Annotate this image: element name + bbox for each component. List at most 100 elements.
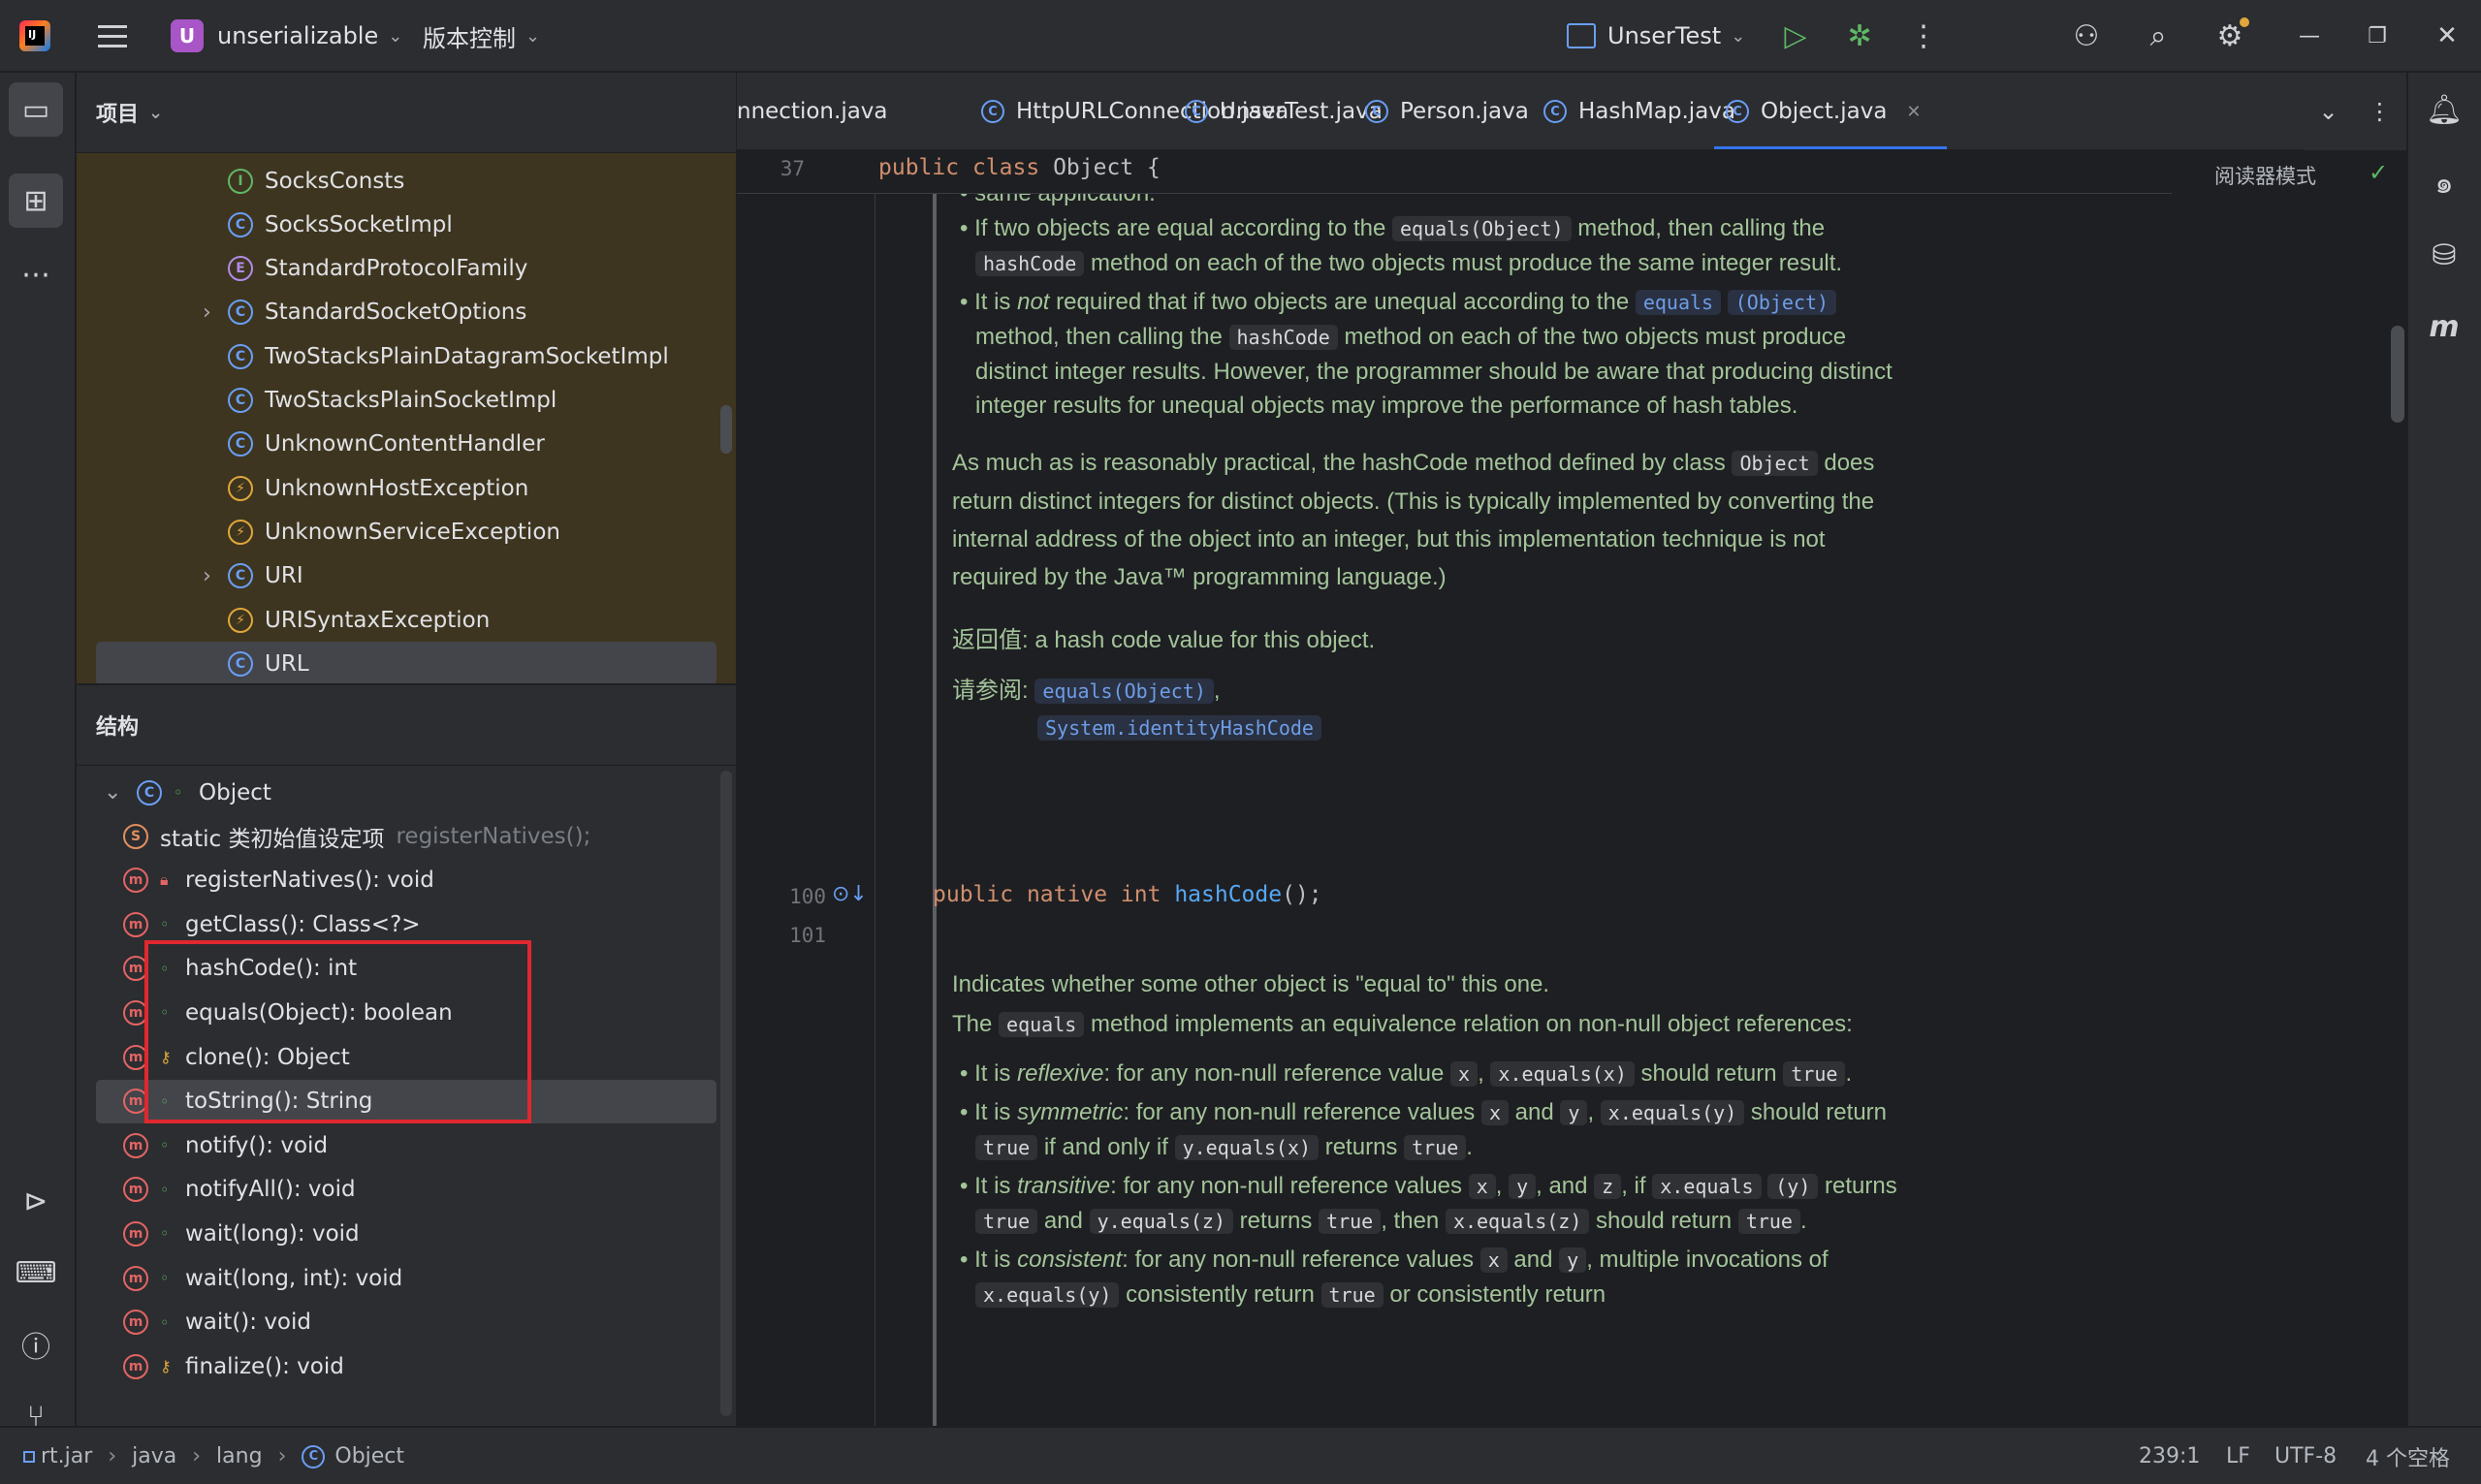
chevron-right-icon[interactable]: ›: [203, 300, 211, 325]
project-tree-item[interactable]: ⚡ UnknownServiceException: [96, 510, 716, 553]
project-tree-item[interactable]: › C StandardSocketOptions: [96, 291, 716, 334]
structure-item[interactable]: m ◦ wait(): void: [96, 1301, 716, 1344]
doc-see-also: System.identityHashCode: [1037, 710, 1902, 745]
class-icon: C: [1185, 100, 1208, 123]
editor-tab[interactable]: nnection.java: [737, 73, 902, 149]
overriders-gutter-icon[interactable]: ⊙↓: [832, 882, 868, 906]
structure-item[interactable]: m ⚷ finalize(): void: [96, 1344, 716, 1388]
project-tree-item[interactable]: ⚡ URISyntaxException: [96, 598, 716, 642]
structure-item[interactable]: Sstatic 类初始值设定项 registerNatives();: [96, 814, 716, 858]
breadcrumb-item[interactable]: rt.jar: [41, 1444, 92, 1468]
settings-button[interactable]: ⚙: [2209, 0, 2251, 72]
doc-bullet: • It is consistent: for any non-null ref…: [960, 1247, 1829, 1308]
breadcrumb-item[interactable]: java: [132, 1444, 176, 1468]
vcs-menu[interactable]: 版本控制 ⌄: [423, 0, 540, 72]
structure-item[interactable]: m ◦ wait(long): void: [96, 1212, 716, 1255]
structure-item[interactable]: m ◦ notify(): void: [96, 1123, 716, 1167]
cursor-position[interactable]: 239:1: [2139, 1428, 2200, 1484]
indent-setting[interactable]: 4 个空格: [2366, 1428, 2450, 1484]
chevron-down-icon[interactable]: ⌄: [2318, 98, 2338, 125]
editor-tab[interactable]: C Person.java: [1353, 73, 1543, 149]
project-tree-item[interactable]: C URL: [96, 642, 716, 683]
database-button[interactable]: ⛁: [2417, 228, 2471, 282]
project-tree-item[interactable]: C SocksSocketImpl: [96, 203, 716, 246]
project-panel-header[interactable]: 项目 ⌄: [96, 73, 163, 152]
structure-item[interactable]: m ⚷ clone(): Object: [96, 1035, 716, 1079]
editor-tab[interactable]: C Object.java ✕: [1714, 73, 1947, 149]
structure-item-label: static 类初始值设定项: [160, 826, 385, 852]
structure-root[interactable]: ⌄ C ◦ Object: [96, 771, 716, 814]
chevron-down-icon: ⌄: [388, 25, 403, 47]
notifications-button[interactable]: 🔔︎: [2417, 82, 2471, 137]
method-icon: m: [123, 911, 148, 937]
doc-comment-bar: [933, 962, 937, 1426]
project-tree-item-label: SocksSocketImpl: [265, 211, 453, 237]
class-icon: C: [228, 388, 253, 413]
project-tree-item[interactable]: › C URI: [96, 554, 716, 598]
reader-mode-toggle[interactable]: 阅读器模式: [2214, 161, 2316, 190]
see-link[interactable]: System.identityHashCode: [1037, 715, 1321, 741]
editor-tab-label: HashMap.java: [1578, 99, 1735, 124]
class-icon: C: [302, 1444, 326, 1468]
structure-item-label: hashCode(): int: [185, 956, 358, 982]
add-user-icon: ⚇: [2073, 18, 2100, 53]
project-name: unserializable: [217, 22, 379, 49]
structure-item[interactable]: m ◦ wait(long, int): void: [96, 1256, 716, 1300]
problems-tool-button[interactable]: ⓘ: [9, 1317, 63, 1372]
search-everywhere-button[interactable]: ⌕: [2137, 0, 2179, 72]
account-button[interactable]: ⚇: [2065, 0, 2108, 72]
project-tree-item[interactable]: I SocksConsts: [96, 159, 716, 203]
project-tree-item[interactable]: E StandardProtocolFamily: [96, 247, 716, 291]
structure-tool-button[interactable]: ⊞: [9, 174, 63, 228]
intellij-logo-icon[interactable]: IJ: [19, 20, 50, 51]
structure-item[interactable]: m ◦ equals(Object): boolean: [96, 991, 716, 1034]
structure-item[interactable]: m 🔒︎ registerNatives(): void: [96, 859, 716, 902]
method-icon: m: [123, 999, 148, 1026]
structure-item[interactable]: m ◦ toString(): String: [96, 1079, 716, 1123]
structure-item-label: wait(): void: [185, 1310, 311, 1336]
restore-button[interactable]: ❐: [2356, 0, 2399, 72]
project-tree-item[interactable]: ⚡ UnknownHostException: [96, 466, 716, 510]
chevron-right-icon: ›: [277, 1444, 287, 1468]
more-tools-button[interactable]: ⋯: [9, 247, 63, 301]
project-tree-item[interactable]: C TwoStacksPlainSocketImpl: [96, 379, 716, 423]
more-actions-button[interactable]: ⋮: [1902, 0, 1945, 72]
chevron-right-icon[interactable]: ›: [203, 564, 211, 588]
project-tree-item[interactable]: C UnknownContentHandler: [96, 423, 716, 466]
editor-scrollbar[interactable]: [2391, 326, 2404, 423]
project-tree[interactable]: I SocksConsts C SocksSocketImpl E StandardPro…: [77, 152, 736, 683]
project-tool-button[interactable]: ▭: [9, 82, 63, 137]
structure-scrollbar[interactable]: [720, 771, 732, 1416]
sticky-lines[interactable]: 37 public class Object {: [737, 151, 2172, 194]
code-editor[interactable]: 37 public class Object { 阅读器模式 ✓ • same …: [737, 151, 2406, 1426]
line-separator[interactable]: LF: [2226, 1428, 2250, 1484]
maven-button[interactable]: m: [2417, 300, 2471, 354]
breadcrumb-item[interactable]: lang: [216, 1444, 263, 1468]
terminal-tool-button[interactable]: ⌨: [9, 1246, 63, 1300]
run-button[interactable]: ▷: [1774, 0, 1817, 72]
structure-item[interactable]: m ◦ hashCode(): int: [96, 947, 716, 991]
run-config-selector[interactable]: UnserTest ⌄: [1567, 0, 1745, 72]
main-menu-button[interactable]: [93, 0, 132, 72]
project-switcher[interactable]: U unserializable ⌄: [171, 0, 402, 72]
close-window-button[interactable]: ✕: [2426, 0, 2468, 72]
structure-item-label: notify(): void: [185, 1132, 329, 1158]
ai-assistant-button[interactable]: ๑: [2417, 156, 2471, 210]
file-encoding[interactable]: UTF-8: [2274, 1428, 2337, 1484]
see-link[interactable]: equals(Object): [1034, 679, 1214, 704]
close-tab-icon[interactable]: ✕: [1906, 102, 1921, 122]
services-tool-button[interactable]: ⊳: [9, 1174, 63, 1228]
structure-item[interactable]: m ◦ notifyAll(): void: [96, 1168, 716, 1212]
more-vertical-icon[interactable]: ⋮: [2369, 98, 2392, 125]
ai-spiral-icon: ๑: [2434, 166, 2454, 201]
debug-button[interactable]: ✲: [1838, 0, 1881, 72]
project-tree-item[interactable]: C TwoStacksPlainDatagramSocketImpl: [96, 334, 716, 378]
structure-item[interactable]: m ◦ getClass(): Class<?>: [96, 902, 716, 946]
minimize-icon: —: [2299, 23, 2320, 48]
minimize-button[interactable]: —: [2288, 0, 2331, 72]
line-number: 37: [779, 157, 805, 180]
chevron-down-icon: ⌄: [104, 780, 122, 805]
breadcrumb-item[interactable]: Object: [334, 1444, 404, 1468]
project-tree-item-label: SocksConsts: [265, 168, 405, 194]
project-scrollbar[interactable]: [720, 405, 732, 454]
